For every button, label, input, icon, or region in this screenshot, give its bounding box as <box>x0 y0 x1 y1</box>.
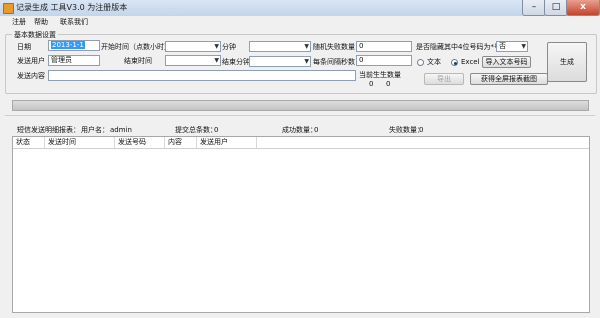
column-sender[interactable]: 发送用户 <box>197 137 257 148</box>
chevron-down-icon: ▼ <box>304 43 309 50</box>
data-grid[interactable]: 状态 发送时间 发送号码 内容 发送用户 <box>12 136 590 313</box>
sender-input[interactable]: 管理员 <box>48 55 100 66</box>
total-label: 提交总条数： <box>175 126 217 134</box>
success-value: 0 <box>314 126 319 134</box>
end-time-select[interactable]: ▼ <box>165 55 221 66</box>
date-label: 日期 <box>17 43 31 51</box>
current-gen-value-2: 0 <box>386 80 391 88</box>
start-time-select[interactable]: ▼ <box>165 41 221 52</box>
sender-label: 发送用户 <box>17 57 45 65</box>
column-content[interactable]: 内容 <box>165 137 197 148</box>
end-minute-label: 结束分钟 <box>222 58 250 66</box>
radio-excel[interactable] <box>451 59 458 66</box>
start-time-label: 开始时间（点数小时） <box>101 43 171 51</box>
minute-select[interactable]: ▼ <box>249 41 311 52</box>
export-button[interactable]: 导出 <box>424 73 464 85</box>
radio-text[interactable] <box>417 59 424 66</box>
random-fail-input[interactable]: 0 <box>356 41 412 52</box>
random-fail-label: 随机失败数量 <box>313 43 355 51</box>
minimize-button[interactable]: – <box>522 0 546 16</box>
menu-help[interactable]: 帮助 <box>34 17 48 27</box>
hide-mid-label: 是否隐藏其中4位号码为*号 <box>416 43 501 51</box>
date-input[interactable]: 2013-1-1 <box>48 40 100 51</box>
column-send-time[interactable]: 发送时间 <box>45 137 115 148</box>
report-label: 短信发送明细报表： <box>17 126 80 134</box>
window-title: 记录生成 工具V3.0 为注册版本 <box>16 3 128 12</box>
end-minute-select[interactable]: ▼ <box>249 56 311 67</box>
grid-header: 状态 发送时间 发送号码 内容 发送用户 <box>13 137 589 149</box>
separator <box>5 115 595 116</box>
interval-label: 每条间隔秒数 <box>313 58 355 66</box>
chevron-down-icon: ▼ <box>214 43 219 50</box>
chevron-down-icon: ▼ <box>521 43 526 50</box>
import-button[interactable]: 导入文本号码 <box>482 56 531 68</box>
settings-group-title: 基本数据设置 <box>12 30 58 40</box>
column-phone[interactable]: 发送号码 <box>115 137 165 148</box>
date-value: 2013-1-1 <box>51 41 85 49</box>
total-value: 0 <box>214 126 219 134</box>
fail-value: 0 <box>419 126 424 134</box>
app-icon <box>3 3 14 14</box>
content-label: 发送内容 <box>17 72 45 80</box>
hide-mid-select[interactable]: 否 ▼ <box>496 41 528 52</box>
radio-text-label: 文本 <box>427 58 441 66</box>
content-input[interactable] <box>48 70 356 81</box>
minute-label: 分钟 <box>222 43 236 51</box>
chevron-down-icon: ▼ <box>214 57 219 64</box>
menu-register[interactable]: 注册 <box>12 17 26 27</box>
current-gen-value-1: 0 <box>369 80 374 88</box>
generate-button[interactable]: 生成 <box>547 42 587 82</box>
title-ghost-text: ...... ....... .......... <box>130 3 186 11</box>
maximize-button[interactable]: □ <box>544 0 568 16</box>
user-label: 用户名： <box>81 126 109 134</box>
success-label: 成功数量： <box>282 126 317 134</box>
current-gen-label: 当前生生数量 <box>359 71 401 79</box>
interval-input[interactable]: 0 <box>356 55 412 66</box>
column-status[interactable]: 状态 <box>13 137 45 148</box>
close-button[interactable]: x <box>566 0 600 16</box>
menu-contact[interactable]: 联系我们 <box>60 17 88 27</box>
screenshot-button[interactable]: 获得全屏报表截图 <box>470 73 548 85</box>
chevron-down-icon: ▼ <box>304 58 309 65</box>
user-value: admin <box>110 126 132 134</box>
end-time-label: 结束时间 <box>124 57 152 65</box>
radio-excel-label: Excel <box>461 58 480 66</box>
menu-bar <box>0 16 600 28</box>
progress-bar <box>12 100 589 111</box>
